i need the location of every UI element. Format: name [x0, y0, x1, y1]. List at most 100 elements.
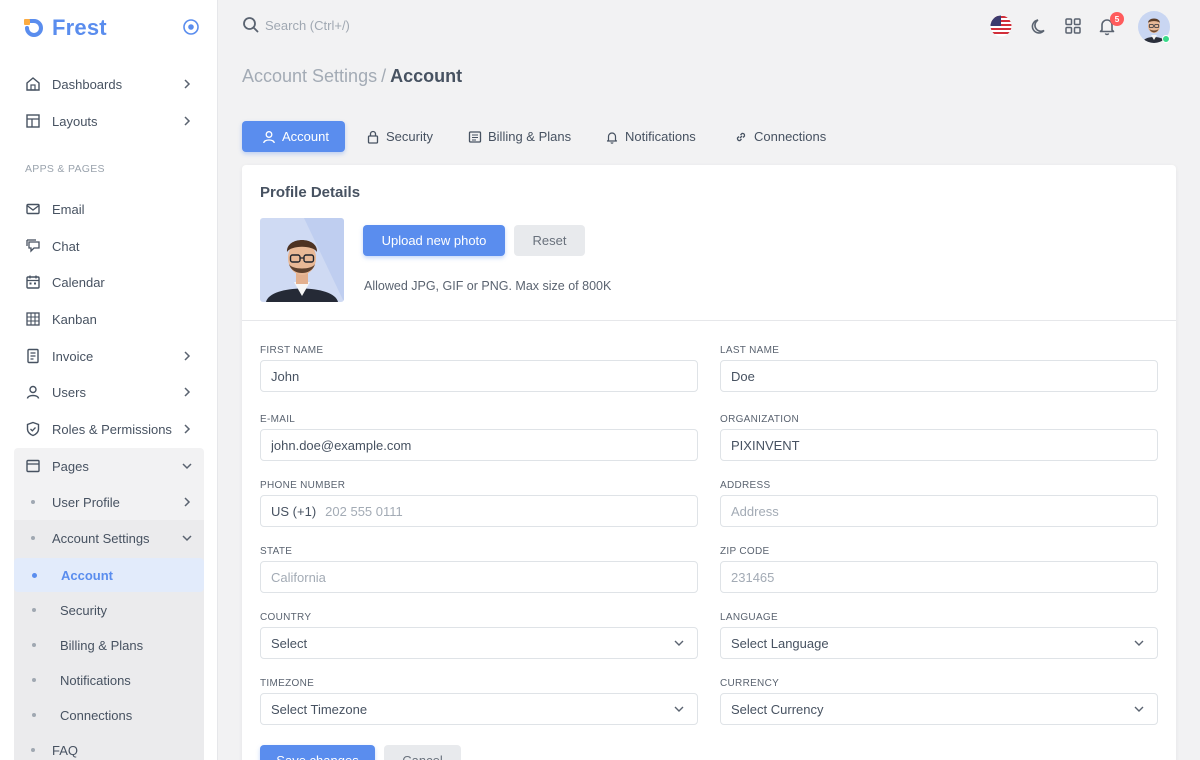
brand[interactable]: Frest	[22, 14, 107, 42]
last-name-label: LAST NAME	[720, 345, 780, 356]
sidebar-subitem-user-profile[interactable]: User Profile	[14, 485, 204, 519]
sidebar-subitem-billing-plans[interactable]: Billing & Plans	[14, 628, 204, 662]
timezone-label: TIMEZONE	[260, 678, 315, 689]
currency-select-value: Select Currency	[731, 701, 824, 717]
sidebar-item-invoice[interactable]: Invoice	[14, 339, 204, 373]
email-field	[260, 429, 698, 461]
organization-field	[720, 429, 1158, 461]
first-name-field	[260, 360, 698, 392]
cancel-button[interactable]: Cancel	[384, 745, 461, 760]
first-name-label: FIRST NAME	[260, 345, 324, 356]
currency-select[interactable]: Select Currency	[720, 693, 1158, 725]
sidebar-subitem-label: Notifications	[60, 672, 131, 688]
sidebar-subitem-label: Account Settings	[52, 530, 150, 546]
sidebar-subitem-notifications[interactable]: Notifications	[14, 663, 204, 697]
email-label: E-MAIL	[260, 414, 296, 425]
sidebar-item-label: Kanban	[52, 311, 97, 327]
document-icon	[468, 130, 482, 144]
last-name-input[interactable]	[721, 361, 1157, 391]
zip-code-input[interactable]	[721, 562, 1157, 592]
chevron-right-icon	[184, 387, 191, 397]
tab-label: Connections	[754, 129, 827, 144]
email-input[interactable]	[261, 430, 697, 460]
search-icon[interactable]	[242, 16, 260, 34]
profile-photo	[260, 218, 344, 302]
home-icon	[25, 76, 41, 92]
phone-input[interactable]	[316, 496, 697, 526]
bullet-icon	[32, 713, 36, 717]
chevron-right-icon	[184, 351, 191, 361]
sidebar-subitem-faq[interactable]: FAQ	[14, 733, 204, 760]
save-changes-button[interactable]: Save changes	[260, 745, 375, 760]
layout-icon	[25, 113, 41, 129]
tab-connections[interactable]: Connections	[724, 121, 836, 152]
language-select[interactable]: Select Language	[720, 627, 1158, 659]
zip-code-label: ZIP CODE	[720, 546, 770, 557]
user-icon	[262, 130, 276, 144]
state-label: STATE	[260, 546, 293, 557]
tab-label: Billing & Plans	[488, 129, 572, 144]
link-icon	[734, 130, 748, 144]
tab-notifications[interactable]: Notifications	[595, 121, 706, 152]
bullet-icon	[31, 536, 35, 540]
state-input[interactable]	[261, 562, 697, 592]
sidebar-item-dashboards[interactable]: Dashboards	[14, 67, 204, 101]
browser-icon	[25, 458, 41, 474]
sidebar-item-roles-permissions[interactable]: Roles & Permissions	[14, 412, 204, 446]
country-select[interactable]: Select	[260, 627, 698, 659]
address-input[interactable]	[721, 496, 1157, 526]
chevron-right-icon	[184, 116, 191, 126]
tab-account[interactable]: Account	[242, 121, 345, 152]
sidebar-item-pages[interactable]: Pages	[14, 449, 204, 483]
online-status-dot	[1162, 35, 1170, 43]
section-divider	[242, 320, 1176, 321]
sidebar-item-label: Users	[52, 384, 86, 400]
brand-name: Frest	[52, 15, 107, 40]
mail-icon	[25, 201, 41, 217]
tab-label: Account	[282, 129, 329, 144]
organization-input[interactable]	[721, 430, 1157, 460]
sidebar-item-email[interactable]: Email	[14, 192, 204, 226]
zip-code-field	[720, 561, 1158, 593]
sidebar-toggle-icon[interactable]	[182, 18, 200, 36]
sidebar-subitem-security[interactable]: Security	[14, 593, 204, 627]
lock-icon	[366, 130, 380, 144]
user-avatar[interactable]	[1138, 11, 1170, 43]
breadcrumb-separator: /	[381, 66, 387, 86]
apps-grid-icon[interactable]	[1062, 15, 1084, 37]
search-input[interactable]	[265, 15, 465, 35]
upload-photo-button[interactable]: Upload new photo	[363, 225, 505, 256]
page-title: Account	[390, 66, 463, 86]
calendar-icon	[25, 274, 41, 290]
sidebar-subitem-label: Billing & Plans	[60, 637, 144, 653]
bell-icon	[605, 130, 619, 144]
sidebar-subitem-account[interactable]: Account	[14, 558, 204, 592]
tab-label: Security	[386, 129, 433, 144]
currency-label: CURRENCY	[720, 678, 780, 689]
us-flag-icon[interactable]	[990, 15, 1012, 37]
phone-label: PHONE NUMBER	[260, 480, 346, 491]
sidebar-item-kanban[interactable]: Kanban	[14, 302, 204, 336]
tab-billing-plans[interactable]: Billing & Plans	[458, 121, 581, 152]
sidebar: Frest Dashboards Layouts APPS & PAGES Em…	[0, 0, 218, 760]
sidebar-subitem-connections[interactable]: Connections	[14, 698, 204, 732]
timezone-select[interactable]: Select Timezone	[260, 693, 698, 725]
first-name-input[interactable]	[261, 361, 697, 391]
sidebar-item-calendar[interactable]: Calendar	[14, 265, 204, 299]
moon-icon[interactable]	[1028, 15, 1050, 37]
sidebar-item-label: Pages	[52, 458, 89, 474]
grid-icon	[25, 311, 41, 327]
tab-security[interactable]: Security	[356, 121, 443, 152]
bullet-icon	[31, 500, 35, 504]
sidebar-item-chat[interactable]: Chat	[14, 229, 204, 263]
profile-details-card: Profile Details Upload new photo Reset A…	[242, 165, 1176, 760]
sidebar-item-layouts[interactable]: Layouts	[14, 104, 204, 138]
address-field	[720, 495, 1158, 527]
sidebar-subitem-account-settings[interactable]: Account Settings	[14, 521, 204, 555]
topbar: 5	[218, 0, 1200, 52]
sidebar-item-users[interactable]: Users	[14, 375, 204, 409]
sidebar-subitem-label: Account	[61, 567, 113, 583]
breadcrumb-parent[interactable]: Account Settings	[242, 66, 377, 86]
reset-photo-button[interactable]: Reset	[514, 225, 585, 256]
card-title: Profile Details	[260, 184, 361, 201]
